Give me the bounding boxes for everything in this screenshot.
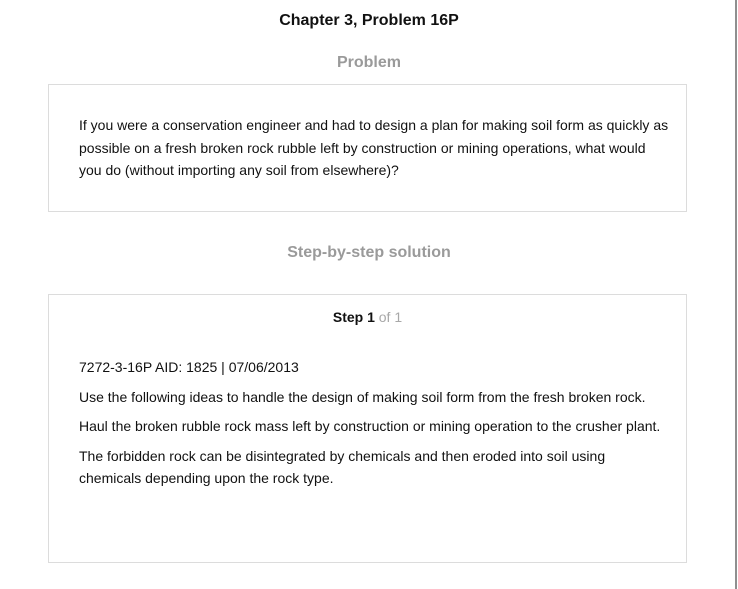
problem-heading: Problem bbox=[336, 54, 401, 71]
step-paragraph: Haul the broken rubble rock mass left by… bbox=[79, 418, 661, 434]
step-paragraph: Use the following ideas to handle the de… bbox=[79, 388, 646, 405]
problem-text: If you were a conservation engineer and … bbox=[79, 117, 669, 178]
step-total: of 1 bbox=[378, 309, 403, 325]
step-label: Step 1 bbox=[332, 309, 375, 325]
solution-heading: Step-by-step solution bbox=[287, 244, 451, 261]
step-body: 7272-3-16P AID: 1825 | 07/06/2013 Use th… bbox=[79, 356, 669, 497]
solution-card: Step 1 of 1 7272-3-16P AID: 1825 | 07/06… bbox=[48, 294, 687, 563]
page-edge-divider bbox=[735, 0, 737, 589]
step-paragraph: The forbidden rock can be disintegrated … bbox=[79, 447, 606, 487]
chapter-title: Chapter 3, Problem 16P bbox=[279, 12, 459, 29]
step-counter: Step 1 of 1 bbox=[49, 309, 686, 325]
problem-card: If you were a conservation engineer and … bbox=[48, 84, 687, 212]
step-meta-line: 7272-3-16P AID: 1825 | 07/06/2013 bbox=[79, 359, 299, 375]
